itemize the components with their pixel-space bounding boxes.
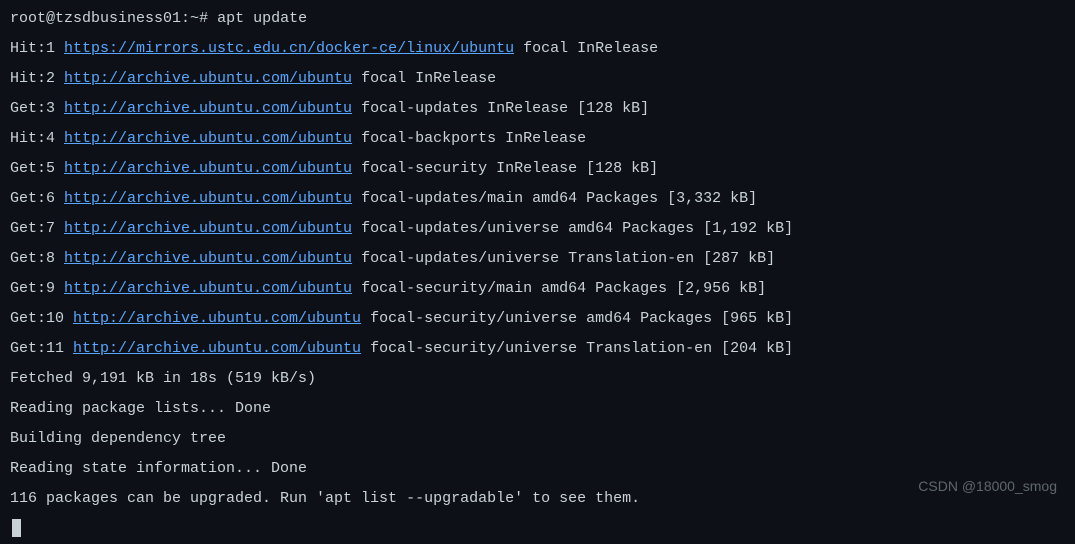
source-suffix: focal-security/universe amd64 Packages [… bbox=[361, 310, 793, 327]
source-url[interactable]: https://mirrors.ustc.edu.cn/docker-ce/li… bbox=[64, 40, 514, 57]
source-suffix: focal-security InRelease [128 kB] bbox=[352, 160, 658, 177]
source-line: Get:10 http://archive.ubuntu.com/ubuntu … bbox=[10, 304, 1065, 334]
source-line: Get:9 http://archive.ubuntu.com/ubuntu f… bbox=[10, 274, 1065, 304]
source-suffix: focal InRelease bbox=[514, 40, 658, 57]
prompt-line: root@tzsdbusiness01:~# apt update bbox=[10, 4, 1065, 34]
source-url[interactable]: http://archive.ubuntu.com/ubuntu bbox=[73, 340, 361, 357]
source-url[interactable]: http://archive.ubuntu.com/ubuntu bbox=[64, 100, 352, 117]
source-url[interactable]: http://archive.ubuntu.com/ubuntu bbox=[64, 250, 352, 267]
prompt-cwd: ~ bbox=[190, 10, 199, 27]
summary-line: Reading state information... Done bbox=[10, 454, 1065, 484]
prompt-symbol: # bbox=[199, 10, 208, 27]
source-line: Hit:1 https://mirrors.ustc.edu.cn/docker… bbox=[10, 34, 1065, 64]
source-line: Hit:4 http://archive.ubuntu.com/ubuntu f… bbox=[10, 124, 1065, 154]
source-prefix: Get:9 bbox=[10, 280, 64, 297]
source-suffix: focal InRelease bbox=[352, 70, 496, 87]
source-prefix: Get:6 bbox=[10, 190, 64, 207]
prompt-sep: : bbox=[181, 10, 190, 27]
source-prefix: Hit:2 bbox=[10, 70, 64, 87]
cursor-icon bbox=[12, 519, 21, 537]
source-prefix: Get:8 bbox=[10, 250, 64, 267]
source-line: Get:11 http://archive.ubuntu.com/ubuntu … bbox=[10, 334, 1065, 364]
source-url[interactable]: http://archive.ubuntu.com/ubuntu bbox=[64, 190, 352, 207]
source-prefix: Get:7 bbox=[10, 220, 64, 237]
prompt-user-host: root@tzsdbusiness01 bbox=[10, 10, 181, 27]
source-prefix: Hit:4 bbox=[10, 130, 64, 147]
source-suffix: focal-updates/universe amd64 Packages [1… bbox=[352, 220, 793, 237]
source-url[interactable]: http://archive.ubuntu.com/ubuntu bbox=[64, 280, 352, 297]
source-url[interactable]: http://archive.ubuntu.com/ubuntu bbox=[64, 220, 352, 237]
summary-line: Reading package lists... Done bbox=[10, 394, 1065, 424]
source-prefix: Get:3 bbox=[10, 100, 64, 117]
source-line: Hit:2 http://archive.ubuntu.com/ubuntu f… bbox=[10, 64, 1065, 94]
summary-line: Building dependency tree bbox=[10, 424, 1065, 454]
source-url[interactable]: http://archive.ubuntu.com/ubuntu bbox=[64, 160, 352, 177]
summary-line: Fetched 9,191 kB in 18s (519 kB/s) bbox=[10, 364, 1065, 394]
cursor-line[interactable] bbox=[10, 514, 1065, 544]
source-prefix: Get:10 bbox=[10, 310, 73, 327]
source-suffix: focal-updates/main amd64 Packages [3,332… bbox=[352, 190, 757, 207]
source-line: Get:8 http://archive.ubuntu.com/ubuntu f… bbox=[10, 244, 1065, 274]
source-line: Get:7 http://archive.ubuntu.com/ubuntu f… bbox=[10, 214, 1065, 244]
source-line: Get:3 http://archive.ubuntu.com/ubuntu f… bbox=[10, 94, 1065, 124]
source-suffix: focal-updates InRelease [128 kB] bbox=[352, 100, 649, 117]
source-url[interactable]: http://archive.ubuntu.com/ubuntu bbox=[64, 70, 352, 87]
watermark: CSDN @18000_smog bbox=[918, 471, 1057, 501]
source-prefix: Get:5 bbox=[10, 160, 64, 177]
source-suffix: focal-updates/universe Translation-en [2… bbox=[352, 250, 775, 267]
source-suffix: focal-security/universe Translation-en [… bbox=[361, 340, 793, 357]
source-url[interactable]: http://archive.ubuntu.com/ubuntu bbox=[64, 130, 352, 147]
prompt-command: apt update bbox=[217, 10, 307, 27]
source-prefix: Hit:1 bbox=[10, 40, 64, 57]
source-suffix: focal-backports InRelease bbox=[352, 130, 586, 147]
source-line: Get:5 http://archive.ubuntu.com/ubuntu f… bbox=[10, 154, 1065, 184]
source-prefix: Get:11 bbox=[10, 340, 73, 357]
summary-line: 116 packages can be upgraded. Run 'apt l… bbox=[10, 484, 1065, 514]
source-line: Get:6 http://archive.ubuntu.com/ubuntu f… bbox=[10, 184, 1065, 214]
source-url[interactable]: http://archive.ubuntu.com/ubuntu bbox=[73, 310, 361, 327]
source-suffix: focal-security/main amd64 Packages [2,95… bbox=[352, 280, 766, 297]
